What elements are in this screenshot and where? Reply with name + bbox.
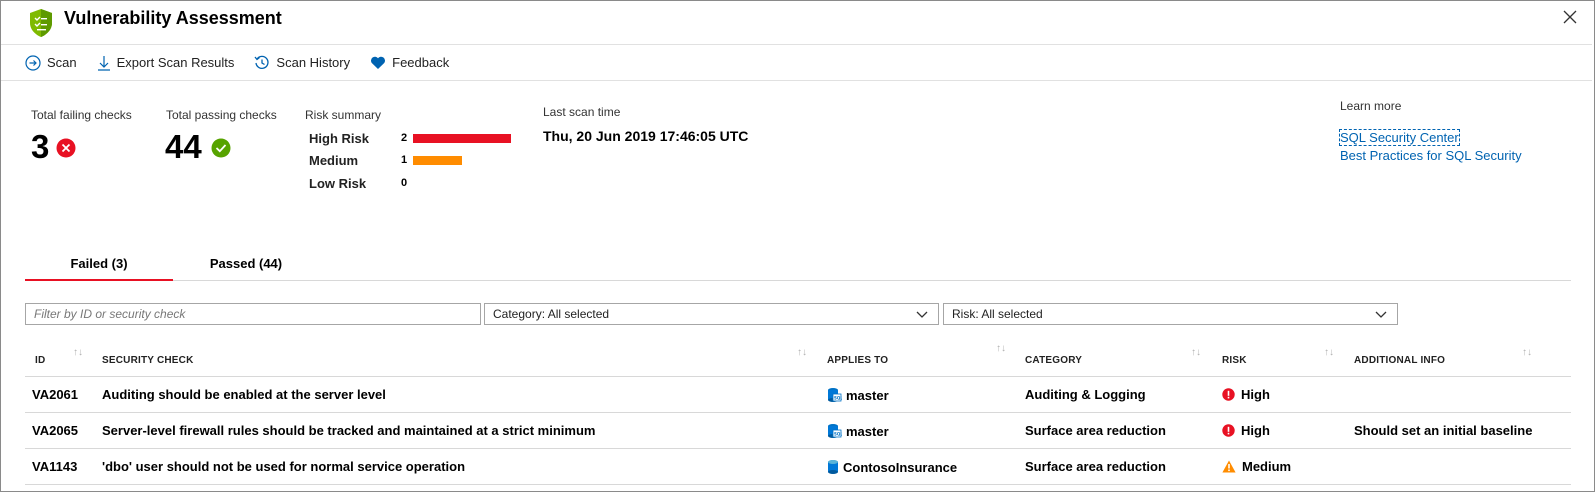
sql-database-icon: SQL [828,424,842,438]
risk-value: High [1241,387,1270,402]
close-icon[interactable] [1560,7,1580,27]
risk-name: High Risk [309,130,369,146]
cell-id: VA2065 [32,423,79,438]
applies-to-value: master [846,424,889,439]
risk-count: 0 [401,177,408,189]
passing-checks-value: 44 [165,128,202,165]
header-risk[interactable]: RISK [1222,355,1247,366]
risk-count: 1 [401,154,408,166]
warning-icon [1222,460,1236,473]
sort-icon[interactable]: ↑↓ [1522,347,1532,358]
risk-row-low: Low Risk 0 [309,174,413,192]
best-practices-link[interactable]: Best Practices for SQL Security [1340,148,1522,163]
risk-name: Low Risk [309,175,367,191]
risk-row-high: High Risk 2 [309,129,511,147]
cell-security-check: 'dbo' user should not be used for normal… [102,459,466,474]
cell-additional-info: Should set an initial baseline [1354,423,1533,438]
sort-icon[interactable]: ↑↓ [1191,347,1201,358]
feedback-label: Feedback [392,55,450,70]
heart-icon [371,56,386,69]
sort-icon[interactable]: ↑↓ [996,343,1006,354]
scan-history-label: Scan History [276,55,351,70]
header-id[interactable]: ID [35,355,45,366]
applies-to-value: master [846,388,889,403]
cell-security-check: Auditing should be enabled at the server… [102,387,386,402]
cell-category: Auditing & Logging [1025,387,1146,402]
results-table: ID ↑↓ SECURITY CHECK ↑↓ APPLIES TO ↑↓ CA… [25,343,1571,485]
cell-security-check: Server-level firewall rules should be tr… [102,423,596,438]
tab-passed[interactable]: Passed (44) [173,254,319,281]
toolbar: Scan Export Scan Results Scan History Fe… [1,45,1592,81]
table-row[interactable]: VA1143 'dbo' user should not be used for… [25,449,1571,485]
cell-risk: Medium [1222,459,1291,474]
risk-bar-medium [413,155,462,165]
page-title: Vulnerability Assessment [64,8,282,28]
table-header: ID ↑↓ SECURITY CHECK ↑↓ APPLIES TO ↑↓ CA… [25,343,1571,377]
applies-to-value: ContosoInsurance [843,460,958,475]
failing-checks-value: 3 [31,128,50,165]
error-icon [56,138,76,158]
scan-button[interactable]: Scan [25,54,77,71]
passing-checks-label: Total passing checks [166,108,277,122]
risk-dropdown[interactable]: Risk: All selected [943,303,1398,325]
risk-value: Medium [1242,459,1292,474]
cell-id: VA1143 [32,459,78,474]
risk-row-medium: Medium 1 [309,151,462,169]
cell-applies-to: ContosoInsurance [827,459,957,475]
cell-risk: High [1222,387,1270,402]
title-bar: Vulnerability Assessment [1,1,1592,45]
header-applies-to[interactable]: APPLIES TO [827,355,888,366]
risk-dropdown-value: Risk: All selected [952,307,1043,321]
category-dropdown[interactable]: Category: All selected [484,303,939,325]
chevron-down-icon [1375,311,1387,318]
shield-check-icon [30,9,52,37]
last-scan-value: Thu, 20 Jun 2019 17:46:05 UTC [543,128,749,144]
error-icon [1222,424,1235,437]
risk-name: Medium [309,152,359,168]
export-label: Export Scan Results [116,55,235,70]
cell-category: Surface area reduction [1025,459,1166,474]
svg-text:SQL: SQL [834,432,842,437]
tab-failed[interactable]: Failed (3) [25,254,173,281]
sql-database-icon: SQL [828,388,842,402]
table-row[interactable]: VA2061 Auditing should be enabled at the… [25,377,1571,413]
database-icon [828,460,838,474]
cell-category: Surface area reduction [1025,423,1166,438]
risk-value: High [1241,423,1270,438]
sort-icon[interactable]: ↑↓ [73,347,83,358]
sql-security-center-link[interactable]: SQL Security Center [1339,129,1460,146]
risk-bar-high [413,133,511,143]
cell-risk: High [1222,423,1270,438]
export-button[interactable]: Export Scan Results [97,55,235,71]
download-icon [97,55,110,71]
category-dropdown-value: Category: All selected [493,307,610,321]
last-scan-label: Last scan time [543,105,621,119]
cell-applies-to: SQL master [827,423,889,439]
scan-label: Scan [47,55,77,70]
header-security-check[interactable]: SECURITY CHECK [102,355,194,366]
table-row[interactable]: VA2065 Server-level firewall rules shoul… [25,413,1571,449]
learn-more-label: Learn more [1340,99,1402,113]
history-icon [254,55,270,69]
sort-icon[interactable]: ↑↓ [1324,347,1334,358]
error-icon [1222,388,1235,401]
svg-text:SQL: SQL [834,396,842,401]
scan-icon [25,54,41,71]
risk-count: 2 [401,132,408,144]
failing-checks-label: Total failing checks [31,108,132,122]
cell-id: VA2061 [32,387,79,402]
header-additional-info[interactable]: ADDITIONAL INFO [1354,355,1445,366]
sort-icon[interactable]: ↑↓ [797,347,807,358]
check-circle-icon [211,138,231,158]
chevron-down-icon [916,311,928,318]
risk-summary-label: Risk summary [305,108,382,122]
result-tabs: Failed (3) Passed (44) [25,254,1571,281]
scan-history-button[interactable]: Scan History [254,55,350,71]
cell-applies-to: SQL master [827,387,889,403]
header-category[interactable]: CATEGORY [1025,355,1082,366]
feedback-button[interactable]: Feedback [370,55,449,70]
search-input[interactable]: Filter by ID or security check [25,303,481,325]
